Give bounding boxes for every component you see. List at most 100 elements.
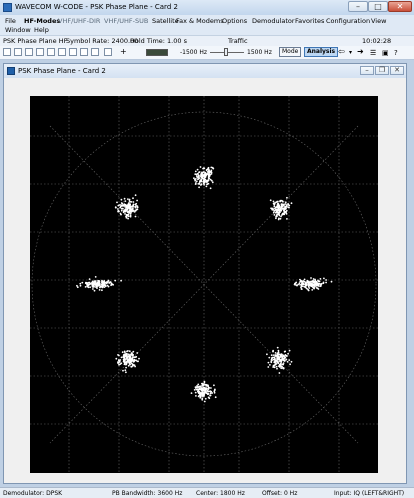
level-meter xyxy=(146,49,168,56)
menu-file[interactable]: File xyxy=(5,17,16,25)
close-button[interactable]: ✕ xyxy=(388,1,412,12)
constellation-point xyxy=(97,281,99,283)
menu-window[interactable]: Window xyxy=(5,26,31,34)
constellation-point xyxy=(207,166,210,169)
constellation-point xyxy=(315,287,318,289)
app-title-bar[interactable]: WAVECOM W-CODE - PSK Phase Plane - Card … xyxy=(0,0,414,15)
constellation-point xyxy=(279,358,282,361)
record-icon[interactable] xyxy=(104,48,112,56)
child-close-button[interactable]: ✕ xyxy=(390,66,404,75)
window-icon[interactable]: ▣ xyxy=(382,49,389,57)
constellation-point xyxy=(288,349,291,352)
child-minimize-button[interactable]: – xyxy=(360,66,374,75)
constellation-point xyxy=(306,279,309,282)
constellation-point xyxy=(125,209,127,212)
analysis-button[interactable]: Analysis xyxy=(304,47,339,57)
constellation-point xyxy=(127,204,130,207)
constellation-point xyxy=(269,199,272,202)
app-title: WAVECOM W-CODE - PSK Phase Plane - Card … xyxy=(15,3,178,11)
constellation-point xyxy=(194,179,197,182)
constellation-point xyxy=(100,286,102,288)
child-restore-button[interactable]: ❐ xyxy=(375,66,389,75)
constellation-point xyxy=(132,204,134,207)
constellation-point xyxy=(128,359,131,361)
constellation-point xyxy=(207,178,210,180)
constellation-point xyxy=(205,185,208,188)
help-icon[interactable]: ? xyxy=(394,49,398,57)
new-file-icon[interactable] xyxy=(3,48,11,56)
constellation-point xyxy=(100,283,103,285)
constellation-point xyxy=(203,173,205,176)
constellation-point xyxy=(268,356,271,359)
tuning-cross-icon[interactable]: + xyxy=(120,47,127,56)
constellation-point xyxy=(199,396,202,399)
menu-vhf-uhf-dir[interactable]: VHF/UHF-DIR xyxy=(58,17,100,25)
constellation-point xyxy=(196,168,199,171)
menu-fax-modems[interactable]: Fax & Modems xyxy=(176,17,224,25)
constellation-point xyxy=(201,171,203,174)
clear-icon[interactable] xyxy=(80,48,88,56)
constellation-point xyxy=(286,360,289,363)
constellation-point xyxy=(273,214,276,216)
constellation-point xyxy=(320,282,323,285)
constellation-point xyxy=(96,286,98,288)
constellation-point xyxy=(190,392,193,394)
info-icon[interactable] xyxy=(91,48,99,56)
constellation-point xyxy=(275,211,278,214)
list-icon[interactable]: ☰ xyxy=(370,49,376,57)
constellation-point xyxy=(282,207,284,210)
constellation-point xyxy=(115,357,118,360)
settings-icon[interactable] xyxy=(69,48,77,56)
menu-favorites[interactable]: Favorites xyxy=(295,17,324,25)
constellation-point xyxy=(210,179,213,182)
dropdown-arrow-icon[interactable]: ▾ xyxy=(349,49,352,56)
menu-demodulator[interactable]: Demodulator xyxy=(252,17,295,25)
menu-hf-modes[interactable]: HF-Modes xyxy=(24,17,60,25)
menu-vhf-uhf-sub[interactable]: VHF/UHF-SUB xyxy=(104,17,148,25)
constellation-point xyxy=(290,360,293,363)
constellation-point xyxy=(285,358,287,361)
constellation-point xyxy=(101,279,103,282)
constellation-point xyxy=(272,350,274,353)
child-window-title-bar[interactable]: PSK Phase Plane - Card 2 – ❐ ✕ xyxy=(4,64,406,78)
constellation-point xyxy=(282,357,285,360)
frequency-slider-thumb[interactable] xyxy=(224,48,228,56)
open-folder-icon[interactable] xyxy=(14,48,22,56)
constellation-point xyxy=(201,173,203,176)
constellation-point xyxy=(302,285,304,288)
menu-help[interactable]: Help xyxy=(34,26,49,34)
constellation-point xyxy=(275,365,278,368)
constellation-point xyxy=(207,385,210,387)
back-arrow-icon[interactable]: ⇦ xyxy=(338,47,345,56)
maximize-button[interactable]: □ xyxy=(368,1,388,12)
constellation-point xyxy=(195,180,198,183)
constellation-point xyxy=(315,285,318,287)
constellation-point xyxy=(120,209,123,212)
mode-button[interactable]: Mode xyxy=(279,47,302,57)
constellation-point xyxy=(116,201,118,204)
menu-satellite[interactable]: Satellite xyxy=(152,17,179,25)
constellation-point xyxy=(277,349,280,352)
print-icon[interactable] xyxy=(36,48,44,56)
save-icon[interactable] xyxy=(25,48,33,56)
copy-icon[interactable] xyxy=(47,48,55,56)
constellation-point xyxy=(125,363,127,366)
constellation-point xyxy=(277,209,280,211)
paste-icon[interactable] xyxy=(58,48,66,56)
status-demodulator: Demodulator: DPSK xyxy=(3,490,63,497)
constellation-point xyxy=(197,183,200,185)
menu-options[interactable]: Options xyxy=(222,17,247,25)
constellation-point xyxy=(118,210,120,213)
constellation-point xyxy=(283,360,286,362)
hold-time-label: Hold Time: 1.00 s xyxy=(130,37,187,45)
minimize-button[interactable]: – xyxy=(348,1,368,12)
constellation-point xyxy=(197,388,200,391)
constellation-point xyxy=(284,201,287,204)
constellation-point xyxy=(282,200,284,203)
menu-view[interactable]: View xyxy=(371,17,386,25)
constellation-point xyxy=(136,205,139,208)
constellation-point xyxy=(89,286,91,289)
constellation-point xyxy=(121,207,124,210)
menu-configuration[interactable]: Configuration xyxy=(326,17,370,25)
forward-arrow-icon[interactable]: ➜ xyxy=(357,47,364,56)
